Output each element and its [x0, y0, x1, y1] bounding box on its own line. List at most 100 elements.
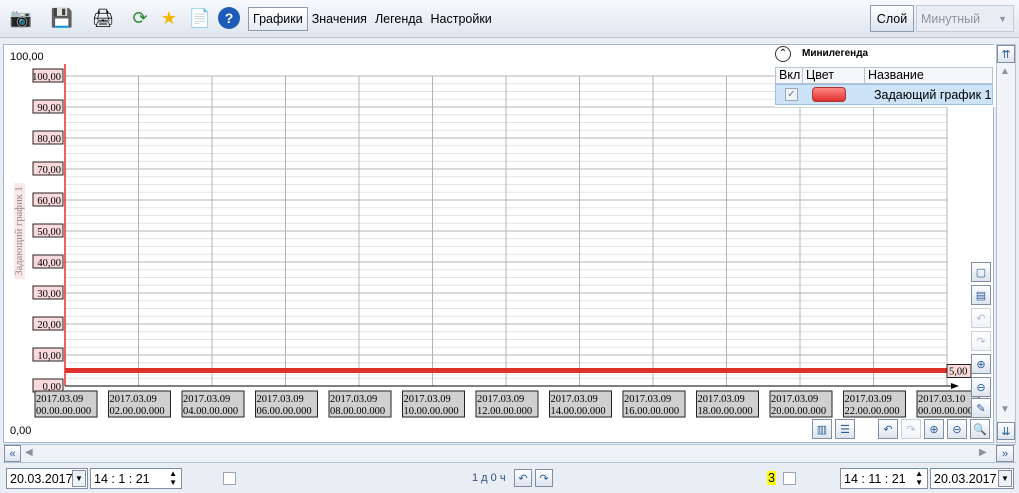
x-tick-label: 2017.03.09: [36, 394, 83, 405]
tab-values[interactable]: Значения: [308, 8, 371, 30]
toolbar: 📷 💾 🖨 ⟳ ★ 📄 ? Графики Значения Легенда Н…: [0, 0, 1019, 38]
x-tick-label: 22.00.00.000: [845, 406, 900, 417]
ruler-icon[interactable]: ▤: [971, 285, 991, 305]
end-date-field[interactable]: 20.03.2017 ▼: [930, 468, 1014, 489]
y-axis-label-bg: [14, 183, 25, 279]
range-back-icon[interactable]: ↶: [514, 469, 532, 487]
vertical-scrollbar[interactable]: ⇈ ▲ ▼ ⇊: [996, 44, 1016, 443]
chart-panel: 100,00 0,00 100,00 90,00 80,00 70,00 60,00 50…: [3, 44, 998, 443]
scroll-bottom-icon[interactable]: ⇊: [997, 422, 1015, 440]
x-tick-label: 00.00.00.000: [918, 406, 973, 417]
x-tick-label: 20.00.00.000: [771, 406, 826, 417]
save-icon[interactable]: 💾: [49, 5, 75, 31]
legend-row-checkbox[interactable]: ✓: [785, 88, 798, 101]
scroll-left-icon[interactable]: ◀: [25, 447, 33, 458]
export-icon[interactable]: 📄: [187, 5, 213, 31]
spinner-icon[interactable]: ▲ ▼: [169, 469, 177, 487]
camera-icon[interactable]: 📷: [8, 5, 34, 31]
rows-icon[interactable]: ☰: [835, 419, 855, 439]
start-time-field[interactable]: 14 : 1 : 21 ▲ ▼: [90, 468, 182, 489]
redo-bottom-icon[interactable]: ↷: [901, 419, 921, 439]
scroll-right-icon[interactable]: ▶: [979, 447, 987, 458]
y-tick-label: 70,00: [37, 165, 61, 176]
x-tick-label: 10.00.00.000: [404, 406, 459, 417]
x-tick-label: 2017.03.09: [257, 394, 304, 405]
x-tick-label: 02.00.00.000: [110, 406, 165, 417]
x-tick-label: 2017.03.09: [330, 394, 377, 405]
start-checkbox[interactable]: [223, 472, 236, 485]
legend-row-color-swatch[interactable]: [812, 87, 846, 102]
collapse-icon[interactable]: ⌃: [775, 46, 791, 62]
legend-header: Вкл Цвет Название: [775, 67, 993, 84]
zoom-out-bottom-icon[interactable]: ⊖: [947, 419, 967, 439]
scroll-last-icon[interactable]: »: [996, 445, 1014, 462]
x-tick-label: 2017.03.09: [183, 394, 230, 405]
x-tick-label: 18.00.00.000: [698, 406, 753, 417]
magnifier-icon[interactable]: 🔍: [970, 419, 990, 439]
zoom-in-icon[interactable]: ⊕: [971, 354, 991, 374]
columns-icon[interactable]: ▥: [812, 419, 832, 439]
help-icon[interactable]: ?: [216, 5, 242, 31]
legend-row[interactable]: ✓ Задающий график 1: [775, 84, 993, 105]
y-tick-label: 20,00: [37, 320, 61, 331]
x-tick-label: 2017.03.09: [845, 394, 892, 405]
y-tick-label: 100,00: [32, 72, 61, 83]
layer-button[interactable]: Слой: [870, 5, 914, 32]
y-tick-label: 30,00: [37, 289, 61, 300]
scroll-top-icon[interactable]: ⇈: [997, 45, 1015, 63]
y-tick-label: 10,00: [37, 351, 61, 362]
refresh-icon[interactable]: ⟳: [127, 5, 153, 31]
x-tick-label: 08.00.00.000: [330, 406, 385, 417]
x-tick-label: 2017.03.10: [918, 394, 965, 405]
fit-icon[interactable]: ▢: [971, 262, 991, 282]
y-tick-label: 50,00: [37, 227, 61, 238]
scroll-first-icon[interactable]: «: [4, 445, 21, 462]
interval-value: Минутный: [921, 11, 981, 26]
tab-legend[interactable]: Легенда: [371, 8, 427, 30]
start-time-value: 14 : 1 : 21: [94, 471, 150, 486]
legend-col-color: Цвет: [803, 68, 865, 83]
x-tick-label: 2017.03.09: [551, 394, 598, 405]
redo-icon[interactable]: ↷: [971, 331, 991, 351]
zoom-in-bottom-icon[interactable]: ⊕: [924, 419, 944, 439]
y-tick-label: 60,00: [37, 196, 61, 207]
undo-bottom-icon[interactable]: ↶: [878, 419, 898, 439]
calendar-dropdown-icon[interactable]: ▼: [72, 470, 86, 487]
end-value-label: 5,00: [949, 367, 967, 378]
undo-icon[interactable]: ↶: [971, 308, 991, 328]
x-tick-label: 12.00.00.000: [477, 406, 532, 417]
tab-graphs[interactable]: Графики: [248, 7, 308, 31]
end-time-value: 14 : 11 : 21: [844, 471, 906, 486]
interval-select[interactable]: Минутный ▼: [916, 5, 1014, 32]
x-tick-label: 2017.03.09: [771, 394, 818, 405]
legend-col-name: Название: [868, 68, 924, 82]
legend-col-on: Вкл: [776, 68, 803, 83]
x-axis-arrow: [951, 383, 959, 389]
status-bar: 20.03.2017 ▼ 14 : 1 : 21 ▲ ▼ 1 д 0 ч ↶ ↷ …: [0, 465, 1019, 493]
scroll-up-icon[interactable]: ▲: [1000, 66, 1010, 77]
x-tick-label: 2017.03.09: [698, 394, 745, 405]
horizontal-scrollbar[interactable]: « ◀ ▶ »: [3, 444, 1016, 463]
end-calendar-dropdown-icon[interactable]: ▼: [998, 470, 1012, 487]
scroll-down-icon[interactable]: ▼: [1000, 404, 1010, 415]
legend-row-name: Задающий график 1: [874, 87, 992, 102]
x-tick-label: 00.00.00.000: [36, 406, 91, 417]
chevron-down-icon: ▼: [998, 13, 1007, 24]
tab-settings[interactable]: Настройки: [427, 8, 496, 30]
end-checkbox[interactable]: [783, 472, 796, 485]
print-icon[interactable]: 🖨: [90, 5, 116, 31]
range-forward-icon[interactable]: ↷: [535, 469, 553, 487]
end-time-field[interactable]: 14 : 11 : 21 ▲ ▼: [840, 468, 928, 489]
zoom-out-icon[interactable]: ⊖: [971, 377, 991, 397]
x-tick-label: 2017.03.09: [110, 394, 157, 405]
star-icon[interactable]: ★: [156, 5, 182, 31]
end-spinner-icon[interactable]: ▲ ▼: [915, 469, 923, 487]
start-date-field[interactable]: 20.03.2017 ▼: [6, 468, 88, 489]
edit-icon[interactable]: ✎: [971, 398, 991, 418]
x-tick-label: 16.00.00.000: [624, 406, 679, 417]
tab-bar: Графики Значения Легенда Настройки: [248, 6, 496, 32]
range-label: 1 д 0 ч: [472, 472, 506, 484]
y-tick-label: 40,00: [37, 258, 61, 269]
x-tick-label: 04.00.00.000: [183, 406, 238, 417]
mini-legend: ⌃ Минилегенда Вкл Цвет Название ✓ Задающ…: [775, 45, 998, 107]
